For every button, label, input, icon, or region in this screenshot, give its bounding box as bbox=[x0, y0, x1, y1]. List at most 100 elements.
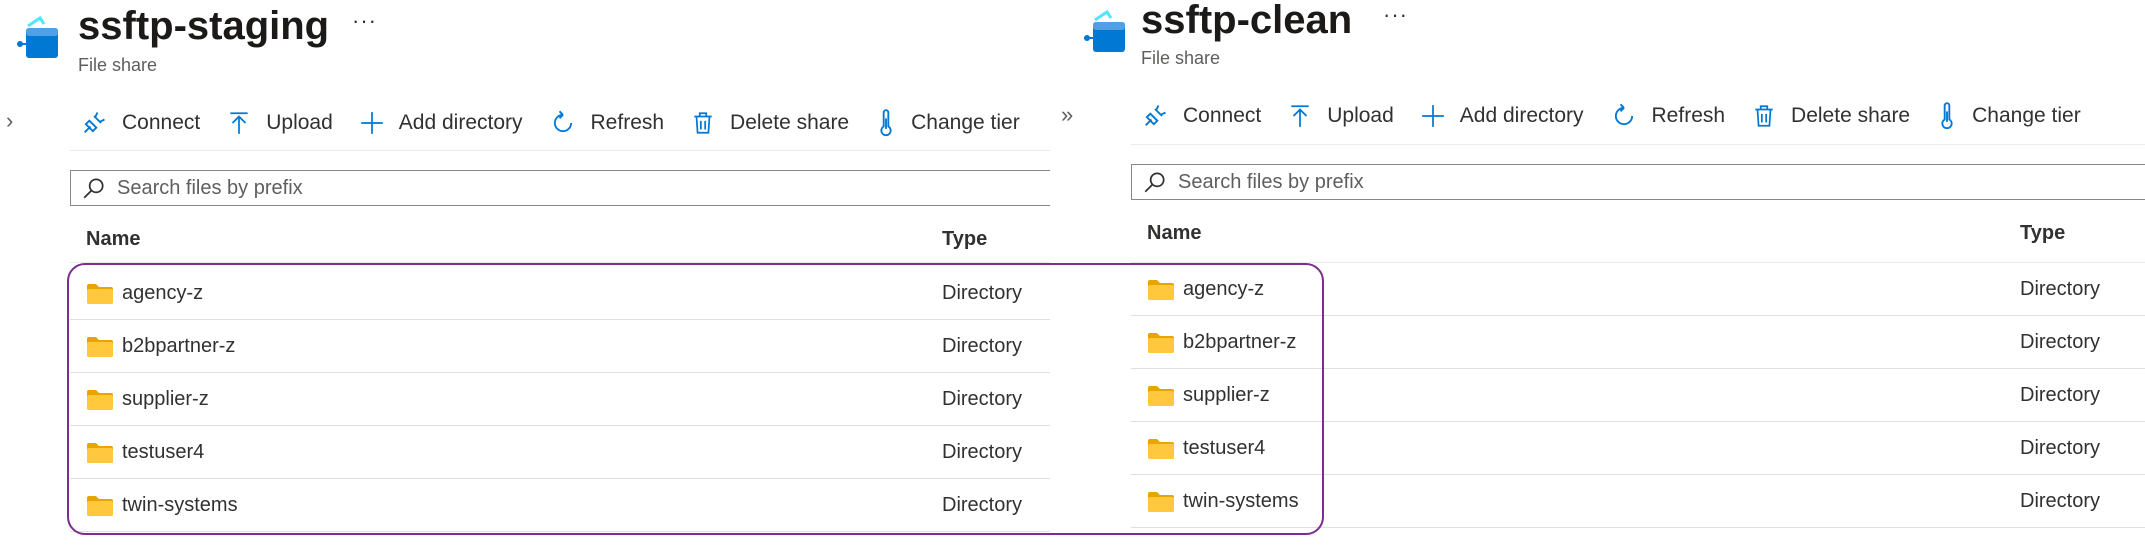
file-name-link[interactable]: b2bpartner-z bbox=[1183, 331, 1296, 354]
delete-share-button[interactable]: Delete share bbox=[1751, 102, 1910, 130]
upload-button[interactable]: Upload bbox=[226, 109, 333, 137]
delete-share-button[interactable]: Delete share bbox=[690, 109, 849, 137]
refresh-label: Refresh bbox=[1651, 104, 1726, 127]
refresh-button[interactable]: Refresh bbox=[549, 109, 665, 137]
table-row[interactable]: supplier-z Directory bbox=[70, 374, 1050, 426]
column-header-name[interactable]: Name bbox=[86, 228, 140, 251]
search-input[interactable] bbox=[115, 175, 1001, 201]
change-tier-label: Change tier bbox=[911, 111, 1020, 134]
refresh-icon bbox=[553, 110, 572, 133]
change-tier-label: Change tier bbox=[1972, 104, 2081, 127]
upload-button[interactable]: Upload bbox=[1287, 102, 1394, 130]
command-bar: Connect Upload Add directory Refresh Del… bbox=[80, 103, 1046, 143]
file-type: Directory bbox=[2020, 331, 2101, 353]
file-type: Directory bbox=[942, 441, 1023, 463]
folder-icon bbox=[1148, 333, 1174, 353]
column-header-type[interactable]: Type bbox=[2020, 222, 2065, 245]
connect-label: Connect bbox=[1183, 104, 1262, 127]
connect-button[interactable]: Connect bbox=[1141, 102, 1261, 130]
file-type: Directory bbox=[942, 494, 1023, 516]
table-row[interactable]: twin-systems Directory bbox=[70, 480, 1050, 532]
add-directory-label: Add directory bbox=[398, 111, 523, 134]
change-tier-button[interactable]: Change tier bbox=[1936, 102, 2081, 130]
upload-label: Upload bbox=[266, 111, 333, 134]
delete-share-label: Delete share bbox=[730, 111, 850, 134]
toolbar-divider bbox=[1131, 144, 2145, 145]
table-row[interactable]: testuser4 Directory bbox=[1131, 423, 2145, 475]
table-row[interactable]: b2bpartner-z Directory bbox=[70, 321, 1050, 373]
toolbar-divider bbox=[70, 150, 1050, 151]
page-title: ssftp-clean bbox=[1141, 0, 1353, 42]
file-type: Directory bbox=[942, 335, 1023, 357]
file-name-link[interactable]: supplier-z bbox=[1183, 384, 1270, 407]
folder-icon bbox=[1148, 492, 1174, 512]
add-directory-button[interactable]: Add directory bbox=[1420, 103, 1584, 129]
file-name-link[interactable]: supplier-z bbox=[122, 388, 209, 411]
file-name-link[interactable]: b2bpartner-z bbox=[122, 335, 235, 358]
folder-icon bbox=[1148, 280, 1174, 300]
search-box[interactable] bbox=[70, 170, 1050, 206]
file-type: Directory bbox=[2020, 490, 2101, 512]
delete-share-label: Delete share bbox=[1791, 104, 1911, 127]
file-share-icon bbox=[1081, 8, 1131, 63]
page-subtitle: File share bbox=[78, 55, 158, 75]
folder-icon bbox=[1148, 386, 1174, 406]
refresh-button[interactable]: Refresh bbox=[1610, 102, 1726, 130]
file-name-link[interactable]: testuser4 bbox=[1183, 437, 1265, 460]
table-row[interactable]: agency-z Directory bbox=[1131, 264, 2145, 316]
folder-icon bbox=[87, 337, 113, 357]
page-subtitle: File share bbox=[1141, 48, 1221, 68]
folder-icon bbox=[87, 390, 113, 410]
upload-icon bbox=[1291, 105, 1309, 127]
file-type: Directory bbox=[942, 282, 1023, 304]
add-directory-button[interactable]: Add directory bbox=[359, 110, 523, 136]
file-share-panel-clean: ssftp-clean File share ··· » Connect Upl… bbox=[1061, 0, 2145, 545]
page-title: ssftp-staging bbox=[78, 4, 330, 48]
upload-label: Upload bbox=[1327, 104, 1394, 127]
file-type: Directory bbox=[2020, 437, 2101, 459]
file-type: Directory bbox=[942, 388, 1023, 410]
header-divider bbox=[1131, 262, 2145, 263]
search-input[interactable] bbox=[1176, 169, 2092, 195]
folder-icon bbox=[87, 284, 113, 304]
thermometer-icon bbox=[880, 109, 892, 137]
search-icon bbox=[1144, 172, 1165, 193]
folder-icon bbox=[1148, 439, 1174, 459]
table-row[interactable]: testuser4 Directory bbox=[70, 427, 1050, 479]
file-name-link[interactable]: agency-z bbox=[1183, 278, 1264, 301]
table-row[interactable]: supplier-z Directory bbox=[1131, 370, 2145, 422]
file-name-link[interactable]: twin-systems bbox=[1183, 490, 1299, 513]
refresh-label: Refresh bbox=[590, 111, 665, 134]
file-share-panel-staging: ssftp-staging File share ··· › Connect U… bbox=[0, 0, 1050, 545]
file-name-link[interactable]: agency-z bbox=[122, 282, 203, 305]
collapse-toggle[interactable]: › bbox=[6, 108, 13, 134]
table-row[interactable]: twin-systems Directory bbox=[1131, 476, 2145, 528]
connect-button[interactable]: Connect bbox=[80, 109, 200, 137]
search-box[interactable] bbox=[1131, 164, 2145, 200]
file-share-icon bbox=[14, 14, 64, 69]
thermometer-icon bbox=[1941, 102, 1953, 130]
file-name-link[interactable]: twin-systems bbox=[122, 494, 238, 517]
plus-icon bbox=[1421, 105, 1444, 127]
folder-icon bbox=[87, 496, 113, 516]
file-name-link[interactable]: testuser4 bbox=[122, 441, 204, 464]
change-tier-button[interactable]: Change tier bbox=[875, 109, 1020, 137]
more-options-button[interactable]: ··· bbox=[352, 8, 377, 34]
header-divider bbox=[70, 262, 1050, 263]
add-directory-label: Add directory bbox=[1459, 104, 1584, 127]
folder-icon bbox=[87, 443, 113, 463]
search-icon bbox=[83, 178, 104, 199]
expand-toggle[interactable]: » bbox=[1061, 102, 1073, 128]
more-options-button[interactable]: ··· bbox=[1383, 2, 1408, 28]
plus-icon bbox=[360, 112, 383, 134]
file-type: Directory bbox=[2020, 384, 2101, 406]
column-header-type[interactable]: Type bbox=[942, 228, 987, 251]
table-row[interactable]: agency-z Directory bbox=[70, 268, 1050, 320]
file-type: Directory bbox=[2020, 278, 2101, 300]
trash-icon bbox=[1755, 105, 1773, 127]
connect-label: Connect bbox=[122, 111, 201, 134]
plug-icon bbox=[1145, 105, 1166, 126]
column-header-name[interactable]: Name bbox=[1147, 222, 1201, 245]
table-row[interactable]: b2bpartner-z Directory bbox=[1131, 317, 2145, 369]
command-bar: Connect Upload Add directory Refresh Del… bbox=[1141, 96, 2107, 136]
